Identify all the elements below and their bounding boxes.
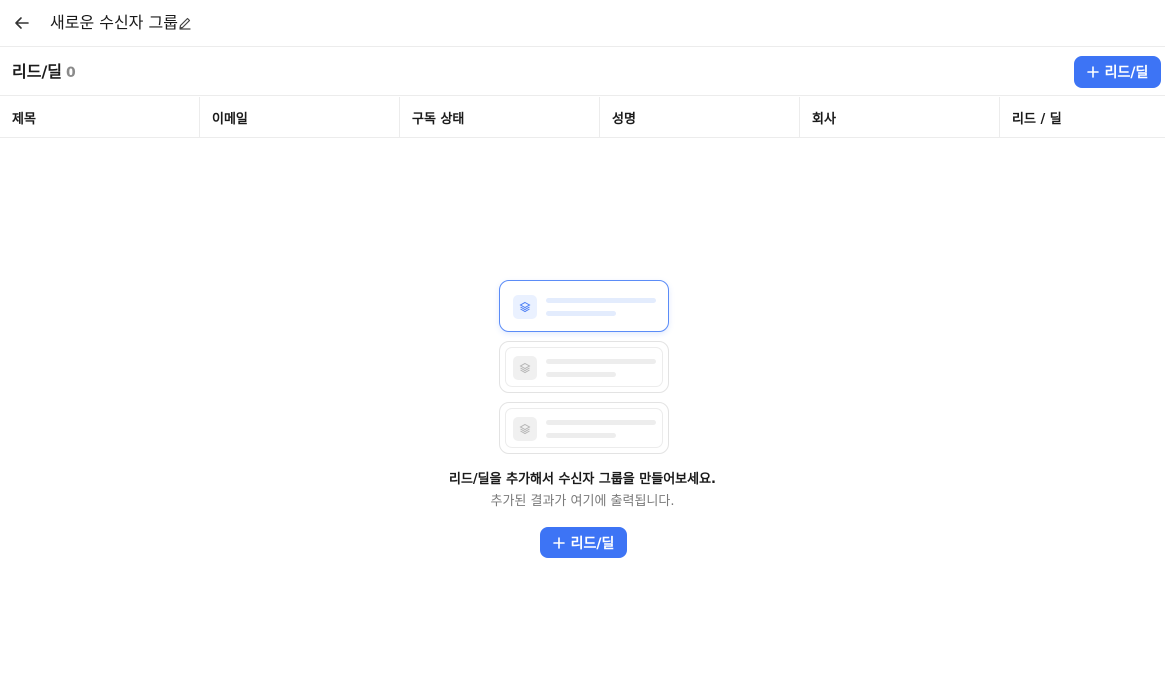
table-header: 제목 이메일 구독 상태 성명 회사 리드 / 딜 (0, 97, 1165, 138)
column-header-subscription-status[interactable]: 구독 상태 (400, 97, 600, 137)
item-count: 0 (66, 65, 76, 81)
empty-state-subtitle: 추가된 결과가 여기에 출력됩니다. (490, 494, 675, 509)
add-button-label: 리드/딜 (570, 535, 615, 552)
arrow-left-icon (15, 17, 29, 29)
illustration-card (499, 341, 669, 393)
add-button-label: 리드/딜 (1104, 65, 1149, 81)
group-title: 새로운 수신자 그룹 (50, 13, 178, 32)
column-header-title[interactable]: 제목 (0, 97, 200, 137)
layers-icon (519, 423, 531, 435)
add-lead-deal-button[interactable]: 리드/딜 (1074, 56, 1161, 88)
edit-title-button[interactable] (177, 15, 193, 31)
empty-state-add-button[interactable]: 리드/딜 (540, 527, 627, 558)
empty-state-title: 리드/딜을 추가해서 수신자 그룹을 만들어보세요. (449, 472, 716, 487)
section-header: 리드/딜 0 (0, 48, 1165, 96)
top-bar: 새로운 수신자 그룹 (0, 0, 1165, 47)
illustration-card (499, 402, 669, 454)
column-header-name[interactable]: 성명 (600, 97, 800, 137)
empty-state-illustration (498, 280, 670, 456)
layers-icon (519, 301, 531, 313)
section-title: 리드/딜 (12, 62, 63, 81)
illustration-card (499, 280, 669, 332)
back-button[interactable] (12, 13, 32, 33)
layers-icon (519, 362, 531, 374)
column-header-email[interactable]: 이메일 (200, 97, 400, 137)
column-header-company[interactable]: 회사 (800, 97, 1000, 137)
plus-icon (552, 536, 565, 549)
plus-icon (1086, 66, 1099, 78)
pencil-icon (179, 17, 191, 30)
column-header-lead-deal[interactable]: 리드 / 딜 (1000, 97, 1165, 137)
